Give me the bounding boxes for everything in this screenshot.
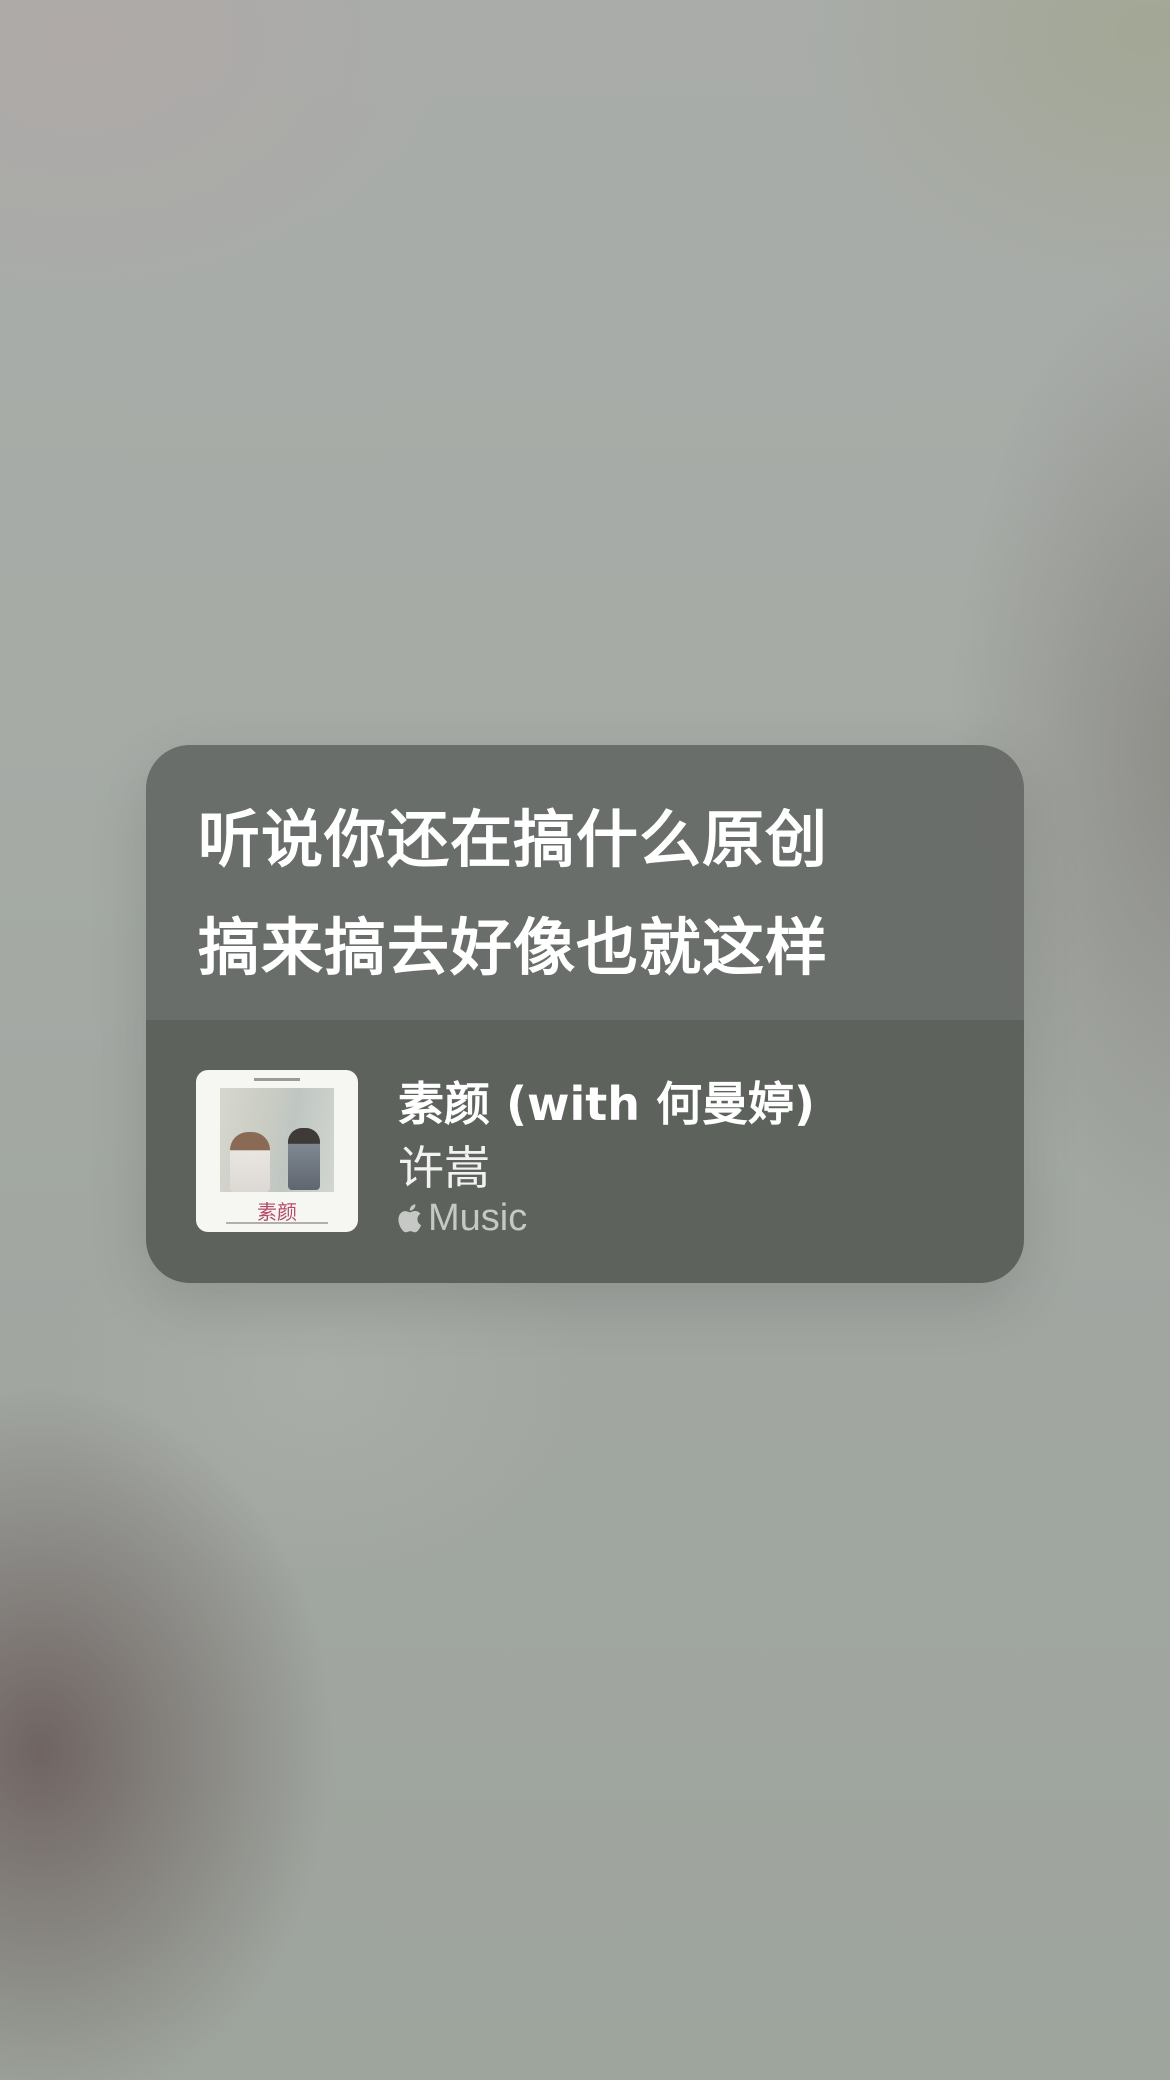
apple-logo-icon — [396, 1200, 426, 1236]
song-title: 素颜 (with 何曼婷) — [398, 1077, 816, 1131]
lyric-line-2: 搞来搞去好像也就这样 — [198, 911, 829, 984]
lyrics-share-card[interactable]: 听说你还在搞什么原创 搞来搞去好像也就这样 素颜 素颜 (with 何曼婷) 许… — [146, 745, 1024, 1283]
apple-music-label: Music — [396, 1196, 527, 1240]
lyrics-section: 听说你还在搞什么原创 搞来搞去好像也就这样 — [146, 745, 1024, 1020]
artwork-footer-line — [226, 1222, 328, 1224]
track-info[interactable]: 素颜 素颜 (with 何曼婷) 许嵩 Music — [146, 1020, 1024, 1283]
artwork-caption-line — [254, 1078, 300, 1081]
artwork-figure-right — [288, 1128, 320, 1190]
lyric-line-1: 听说你还在搞什么原创 — [198, 803, 829, 876]
service-name: Music — [428, 1196, 528, 1239]
artist-name: 许嵩 — [398, 1141, 490, 1195]
artwork-title: 素颜 — [257, 1200, 297, 1224]
artwork-photo — [220, 1088, 334, 1192]
album-artwork[interactable]: 素颜 — [196, 1070, 358, 1232]
artwork-figure-left — [230, 1132, 270, 1192]
